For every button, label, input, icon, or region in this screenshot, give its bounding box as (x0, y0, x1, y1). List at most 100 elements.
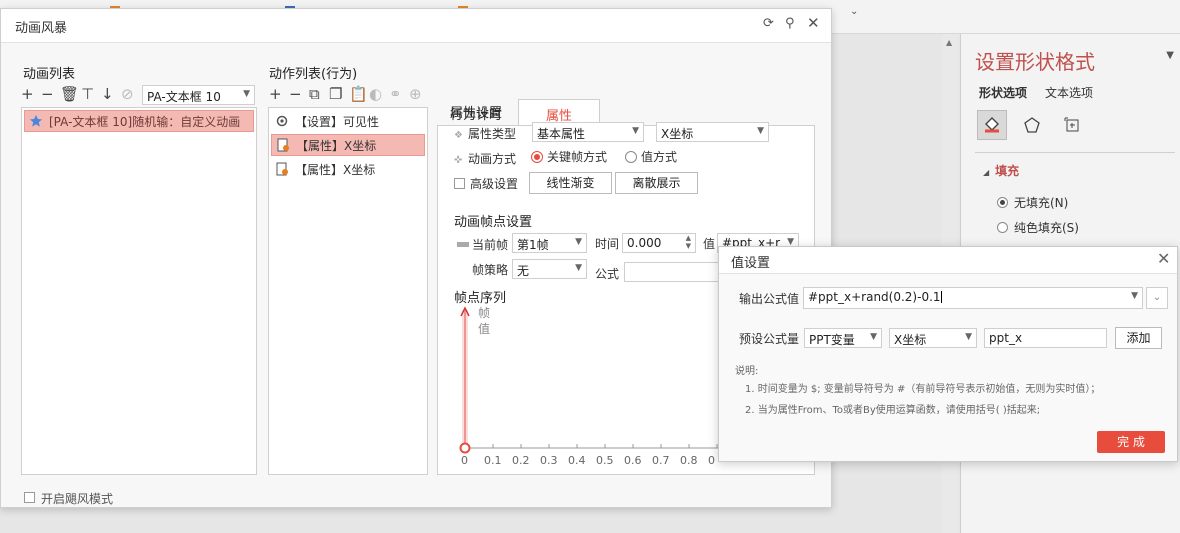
preset-type-select[interactable]: PPT变量 ▼ (804, 328, 882, 348)
current-frame-label: 当前帧 (457, 236, 508, 253)
linear-gradient-button[interactable]: 线性渐变 (529, 172, 612, 194)
paste-icon[interactable]: 📋 (349, 86, 368, 102)
x-tick-label: 0.4 (568, 454, 586, 467)
frame-settings-title: 动画帧点设置 (454, 215, 533, 230)
formula-input[interactable] (624, 262, 720, 282)
keyframe-point[interactable] (459, 442, 471, 454)
time-label: 时间 (595, 237, 620, 251)
combine-icon[interactable]: ⊕ (409, 86, 422, 102)
note-line-2: 2. 当为属性From、To或者By使用运算函数，请使用括号( )括起来; (745, 405, 1041, 416)
animation-list[interactable]: [PA-文本框 10]随机输：自定义动画 (21, 107, 257, 475)
tab-text-options[interactable]: 文本选项 (1045, 84, 1093, 101)
note-title: 说明: (735, 366, 759, 377)
group-icon[interactable]: ⚭ (389, 86, 402, 102)
current-frame-select[interactable]: 第1帧 ▼ (512, 233, 587, 253)
animation-item-label: [PA-文本框 10]随机输：自定义动画 (49, 114, 241, 129)
dialog-title: 动画风暴 (15, 21, 68, 36)
radio-unselected (625, 151, 637, 163)
copy-icon[interactable]: ⧉ (309, 86, 320, 102)
add-action-icon[interactable]: + (269, 86, 282, 102)
preset-attribute-select[interactable]: X坐标 ▼ (889, 328, 977, 348)
time-spinner[interactable]: 0.000 ▲ ▼ (622, 233, 696, 253)
scroll-up-icon[interactable]: ▲ (946, 38, 952, 47)
animation-list-item[interactable]: [PA-文本框 10]随机输：自定义动画 (24, 110, 254, 132)
keyframe-mode-radio[interactable]: 关键帧方式 (531, 148, 607, 165)
target-shape-value: PA-文本框 10 (147, 90, 221, 104)
move-top-icon[interactable]: ⊤ (81, 86, 94, 102)
x-tick-label: 0.2 (512, 454, 530, 467)
output-formula-value: #ppt_x+rand(0.2)-0.1 (808, 290, 941, 304)
properties-section-title: 属性设置 (450, 106, 503, 121)
storm-mode-checkbox[interactable] (24, 492, 35, 503)
fill-section-header[interactable]: ◢ 填充 (983, 162, 1019, 179)
fill-header-label: 填充 (995, 164, 1020, 178)
no-fill-label: 无填充(N) (1014, 196, 1069, 210)
action-list-label: 动作列表(行为) (269, 67, 358, 82)
add-button[interactable]: 添加 (1115, 327, 1162, 349)
animation-mode-text: 动画方式 (468, 152, 517, 166)
popup-close-icon[interactable]: ✕ (1157, 249, 1170, 268)
animation-list-label: 动画列表 (23, 67, 76, 82)
done-button[interactable]: 完 成 (1097, 431, 1165, 453)
x-tick-label: 0.3 (540, 454, 558, 467)
chevron-down-icon: ▼ (575, 263, 582, 273)
preset-type-value: PPT变量 (809, 333, 855, 347)
action-list-item[interactable]: 【设置】可见性 (271, 110, 425, 132)
ribbon-dropdown-icon[interactable]: ⌄ (850, 6, 858, 17)
chevron-down-icon: ▼ (1131, 291, 1138, 301)
spinner-arrows-icon[interactable]: ▲ ▼ (686, 234, 691, 250)
advanced-label: 高级设置 (470, 177, 519, 191)
expand-icon[interactable]: ⌄ (1146, 287, 1168, 309)
size-properties-icon[interactable] (1057, 110, 1087, 140)
preset-variable-value: ppt_x (989, 331, 1023, 345)
property-doc-icon (275, 162, 289, 176)
radio-selected (531, 151, 543, 163)
remove-action-icon[interactable]: − (289, 86, 302, 102)
solid-fill-radio[interactable]: 纯色填充(S) (997, 219, 1079, 236)
attribute-select[interactable]: X坐标 ▼ (656, 122, 769, 142)
action-item-label: 【设置】可见性 (295, 114, 380, 129)
target-shape-select[interactable]: PA-文本框 10 ▼ (142, 85, 255, 105)
property-type-label: ❖ 属性类型 (454, 125, 516, 142)
dialog-body: 动画列表 + − 🗑 ⊤ ↓ ⊘ PA-文本框 10 ▼ [PA-文本框 10]… (1, 42, 831, 507)
property-type-select[interactable]: 基本属性 ▼ (532, 122, 644, 142)
tab-shape-options[interactable]: 形状选项 (979, 84, 1027, 101)
delete-icon[interactable]: 🗑 (60, 86, 79, 102)
no-fill-radio[interactable]: 无填充(N) (997, 194, 1068, 211)
note-line-1: 1. 时间变量为 $; 变量前导符号为 #（有前导符号表示初始值，无则为实时值）… (745, 384, 1101, 395)
move-down-icon[interactable]: ↓ (101, 86, 114, 102)
action-list[interactable]: 【设置】可见性 【属性】X坐标 【属性】X坐标 (268, 107, 428, 475)
current-frame-value: 第1帧 (517, 238, 549, 252)
split-icon[interactable]: ◐ (369, 86, 382, 102)
discrete-display-button[interactable]: 离散展示 (615, 172, 698, 194)
pin-icon[interactable]: ⚲ (785, 16, 795, 31)
frame-strategy-select[interactable]: 无 ▼ (512, 259, 587, 279)
refresh-icon[interactable]: ⟳ (763, 16, 774, 31)
frame-strategy-value: 无 (517, 264, 530, 278)
value-mode-radio[interactable]: 值方式 (625, 148, 677, 165)
effects-pentagon-icon[interactable] (1017, 110, 1047, 140)
diamond-icon: ❖ (454, 130, 463, 141)
preset-variable-input[interactable]: ppt_x (984, 328, 1107, 348)
x-tick-label: 0.7 (652, 454, 670, 467)
graph-ticks (464, 444, 718, 448)
property-doc-icon (276, 138, 290, 152)
remove-icon[interactable]: − (41, 86, 54, 102)
output-formula-input[interactable]: #ppt_x+rand(0.2)-0.1 ▼ (803, 287, 1143, 309)
close-icon[interactable]: ✕ (807, 14, 820, 32)
duplicate-icon[interactable]: ❐ (329, 86, 342, 102)
crosshair-icon: ✜ (454, 155, 463, 166)
advanced-checkbox[interactable] (454, 178, 465, 189)
popup-body: 输出公式值 #ppt_x+rand(0.2)-0.1 ▼ ⌄ 预设公式量 PPT… (719, 273, 1177, 461)
add-icon[interactable]: + (21, 86, 34, 102)
time-value: 0.000 (627, 236, 662, 250)
pane-menu-icon[interactable]: ▼ (1166, 50, 1174, 61)
output-formula-label: 输出公式值 (739, 292, 800, 306)
action-list-item[interactable]: 【属性】X坐标 (271, 158, 425, 180)
action-list-item[interactable]: 【属性】X坐标 (271, 134, 425, 156)
pane-divider (975, 152, 1175, 153)
link-icon[interactable]: ⊘ (121, 86, 134, 102)
preset-formula-label: 预设公式量 (739, 332, 800, 346)
fill-line-icon[interactable] (977, 110, 1007, 140)
keyframe-mode-label: 关键帧方式 (547, 150, 608, 164)
